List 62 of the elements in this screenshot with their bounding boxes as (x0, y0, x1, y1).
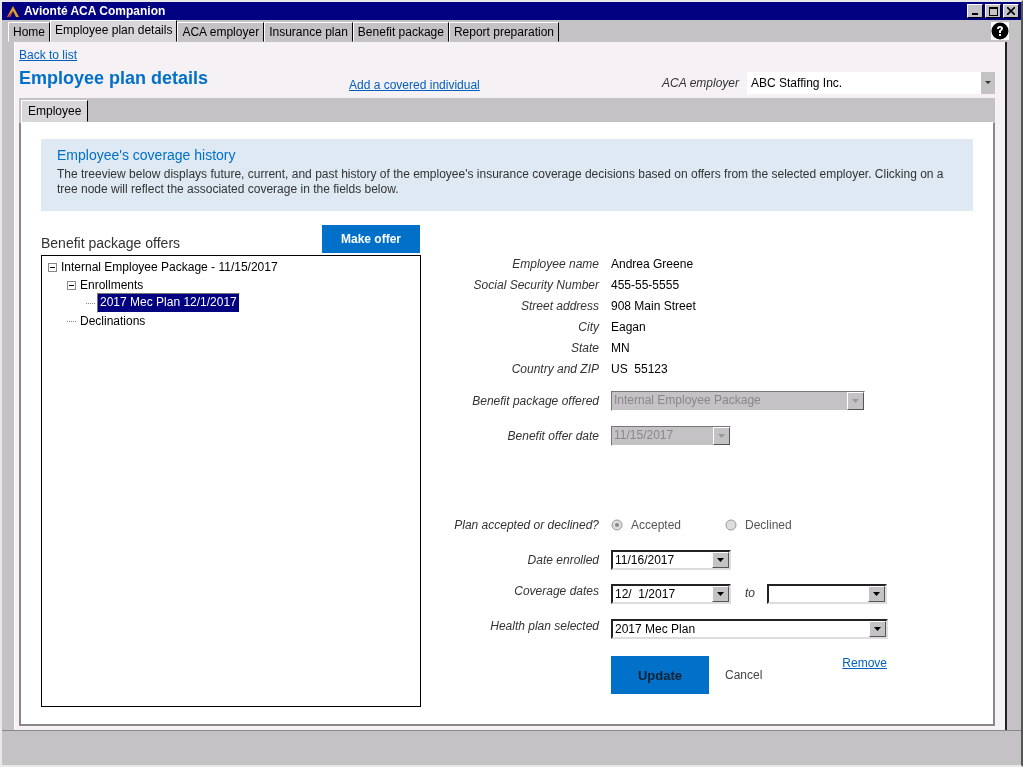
info-text: The treeview below displays future, current, and past history of the employee's insurance coverage decisions based on offers from the selected employer. Clicking on a tree node will reflect the associated coverage in the fields below. (57, 167, 945, 197)
add-covered-individual-link[interactable]: Add a covered individual (349, 78, 480, 92)
field-label: Country and ZIP (510, 361, 600, 376)
tree-node[interactable]: 2017 Mec Plan 12/1/2017 (97, 293, 240, 313)
tree-node[interactable]: Enrollments (78, 277, 146, 293)
field-label: Benefit offer date (506, 428, 600, 443)
caret-icon (718, 433, 725, 438)
caret-icon (873, 592, 880, 596)
tab[interactable]: Benefit package (352, 22, 449, 42)
info-title: Employee's coverage history (57, 147, 237, 163)
date-dropdown[interactable]: 11/16/2017 (611, 549, 731, 570)
field-label: Employee name (511, 256, 600, 271)
tab[interactable]: ACA employer (177, 22, 265, 42)
page-title: Employee plan details (19, 68, 210, 89)
field-label: to (745, 585, 755, 600)
tab[interactable]: Employee (21, 100, 89, 122)
caret-icon (985, 81, 991, 85)
field-label: City (577, 319, 601, 334)
make-offer-button[interactable]: Make offer (322, 225, 420, 253)
field-value: 908 Main Street (611, 298, 696, 313)
cancel-button[interactable]: Cancel (723, 666, 765, 684)
caret-icon (717, 557, 724, 562)
tab[interactable]: Home (8, 22, 50, 42)
caret-icon (874, 627, 881, 631)
field-value: Eagan (611, 319, 646, 334)
field-label: Date enrolled (526, 552, 600, 567)
caret-icon (717, 592, 724, 596)
maximize-button[interactable] (985, 4, 1001, 18)
maximize-icon (988, 6, 998, 16)
field-label: Health plan selected (489, 619, 600, 633)
field-value: 455-55-5555 (611, 277, 680, 292)
field-value: MN (611, 340, 630, 355)
close-button[interactable] (1003, 4, 1019, 18)
field-label: ACA employer (662, 76, 739, 90)
caret-icon (852, 398, 859, 403)
field-label: Social Security Number (472, 277, 601, 292)
collapse-icon[interactable] (67, 280, 76, 290)
field-label: Coverage dates (513, 584, 600, 598)
tab[interactable]: Insurance plan (264, 22, 353, 42)
tab[interactable]: Report preparation (448, 22, 559, 42)
collapse-icon[interactable] (48, 262, 57, 272)
field-value: US 55123 (611, 361, 668, 376)
field-label: Plan accepted or declined? (453, 517, 600, 532)
field-label: Street address (519, 298, 600, 313)
section-title: Benefit package offers (41, 235, 181, 251)
help-icon[interactable] (991, 22, 1009, 40)
close-icon (1007, 7, 1015, 15)
date-dropdown[interactable]: 12/ 1/2017 (611, 584, 731, 604)
field-label: Benefit package offered (471, 393, 600, 408)
field-value: Andrea Greene (611, 256, 694, 271)
employer-dropdown[interactable]: ABC Staffing Inc. (747, 72, 995, 94)
logo-icon (6, 4, 20, 18)
tab[interactable]: Employee plan details (50, 20, 178, 42)
back-link[interactable]: Back to list (19, 48, 78, 62)
remove-link[interactable]: Remove (842, 656, 888, 670)
plan-dropdown[interactable]: 2017 Mec Plan (611, 619, 888, 639)
date-dropdown[interactable] (767, 584, 887, 604)
tree-node[interactable]: Declinations (78, 313, 148, 329)
minimize-button[interactable] (967, 4, 983, 18)
window-title: Avionté ACA Companion (24, 4, 167, 18)
tree-node[interactable]: Internal Employee Package - 11/15/2017 (59, 259, 280, 275)
field-label: State (569, 340, 600, 355)
